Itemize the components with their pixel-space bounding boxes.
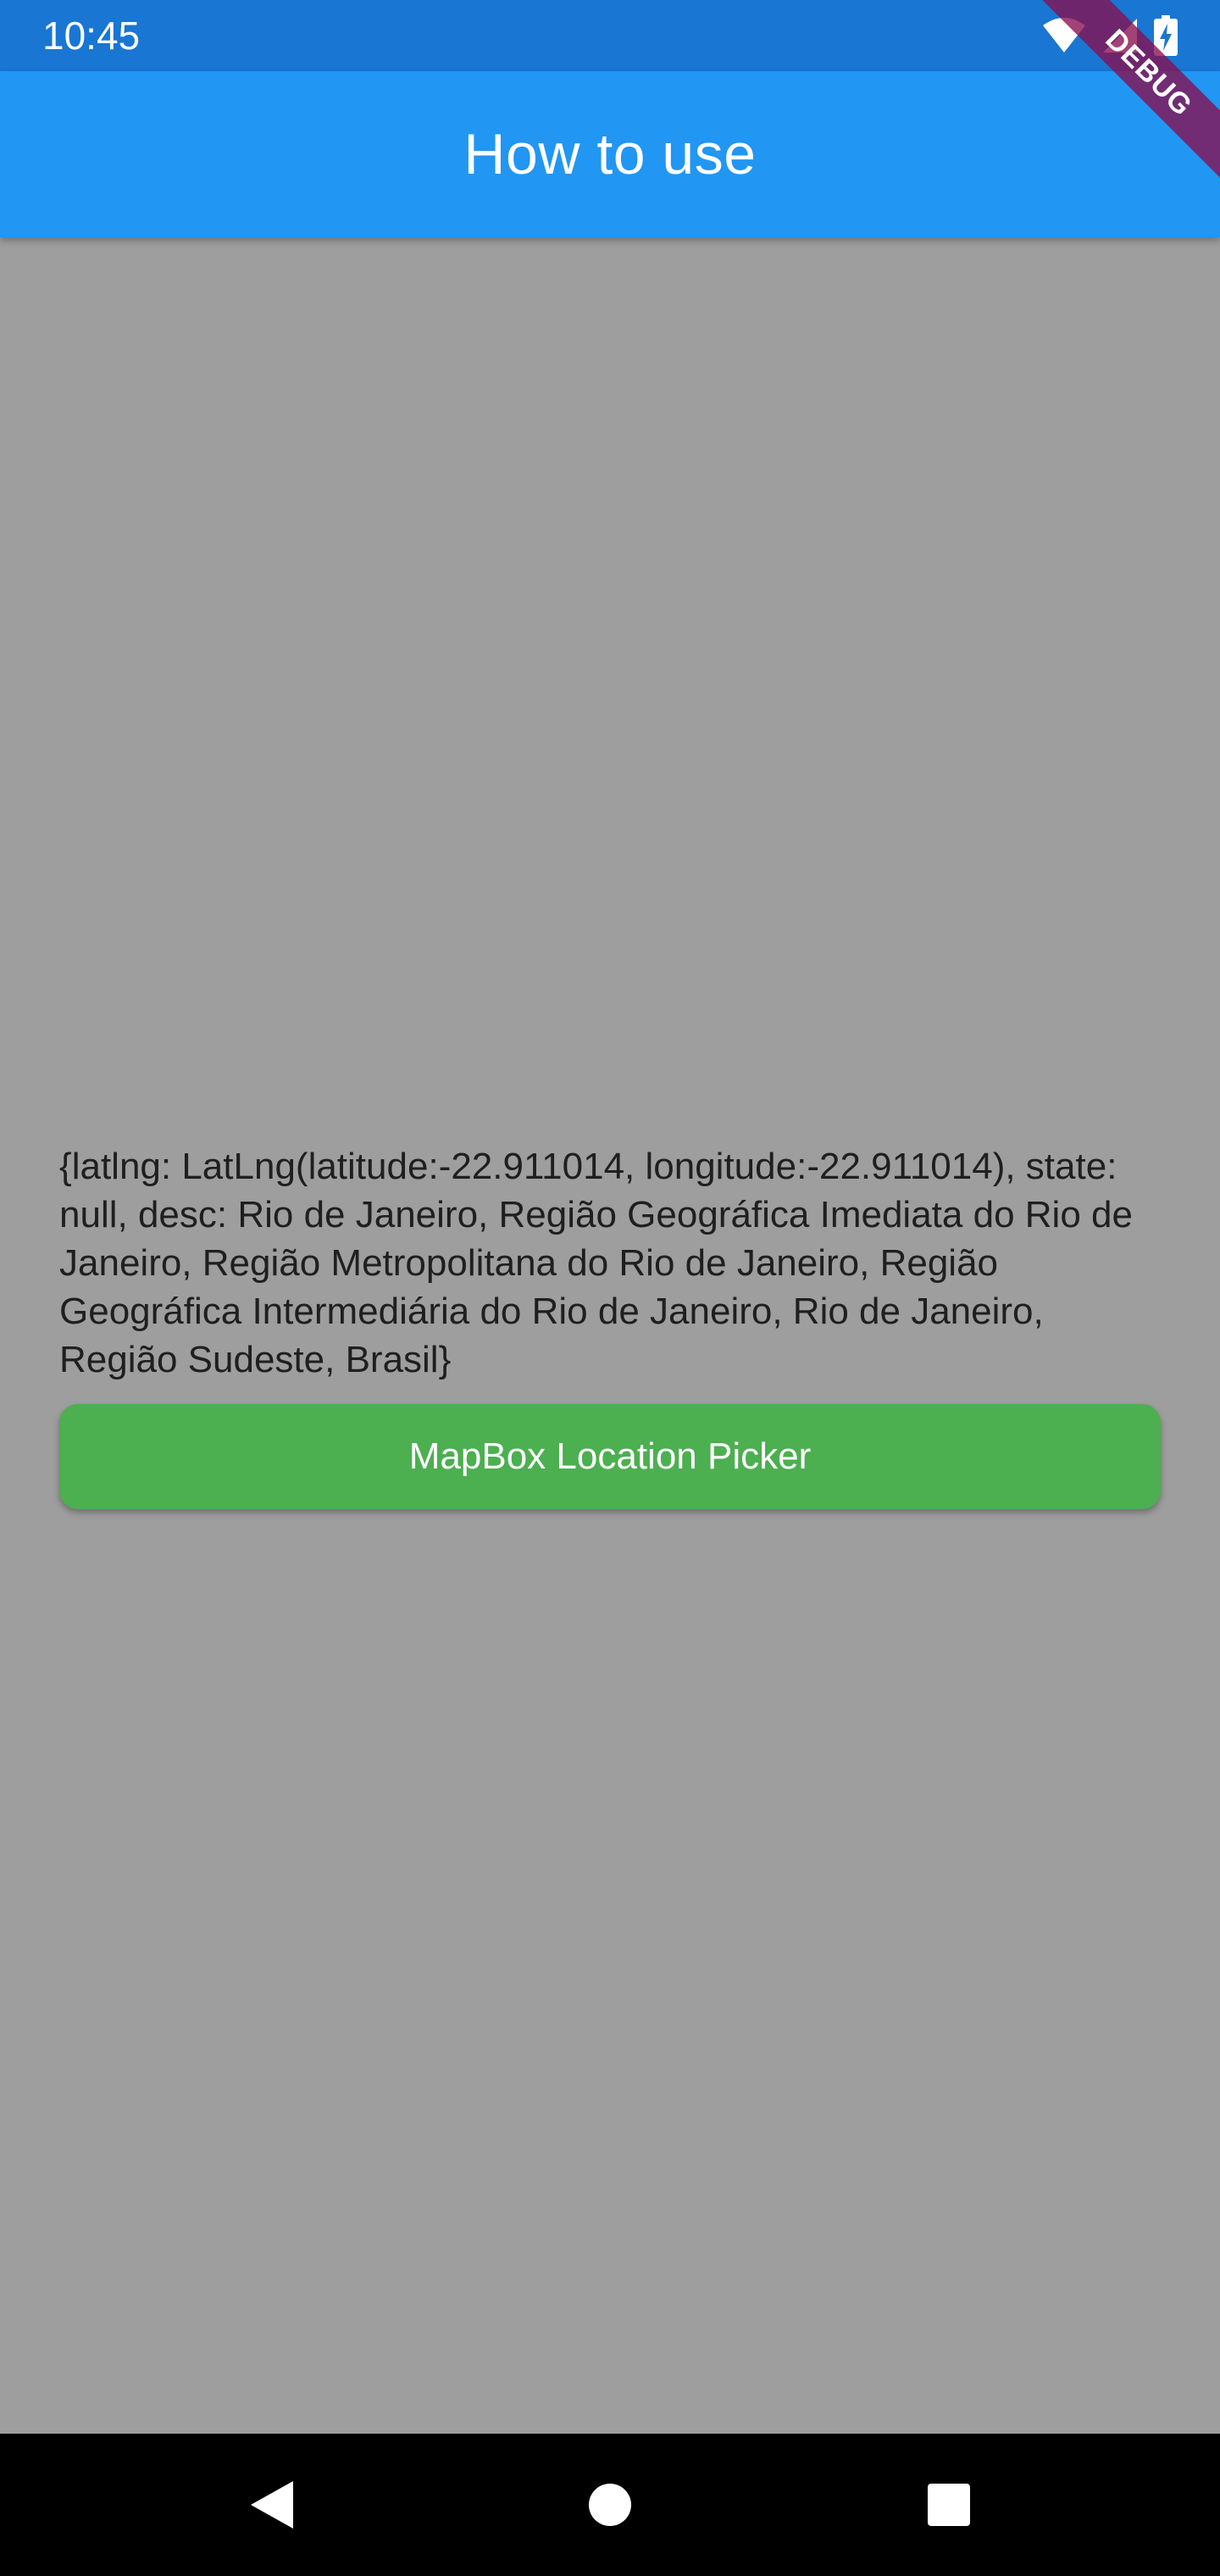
app-bar: How to use — [0, 71, 1220, 237]
status-time: 10:45 — [42, 14, 141, 58]
wifi-icon — [1042, 17, 1086, 54]
mapbox-location-picker-button[interactable]: MapBox Location Picker — [59, 1404, 1161, 1509]
app-screen: 10:45 How to use DEBUG {latlng: LatLng(l… — [0, 0, 1220, 2576]
back-icon — [251, 2481, 293, 2529]
home-icon — [589, 2484, 631, 2526]
battery-charging-icon — [1154, 15, 1178, 56]
status-icons — [1042, 15, 1178, 56]
recents-icon — [928, 2484, 970, 2526]
recents-button[interactable] — [912, 2468, 986, 2542]
status-bar: 10:45 — [0, 0, 1220, 71]
page-title: How to use — [463, 122, 757, 186]
main-content: {latlng: LatLng(latitude:-22.911014, lon… — [59, 1142, 1161, 1509]
home-button[interactable] — [573, 2468, 647, 2542]
location-result-text: {latlng: LatLng(latitude:-22.911014, lon… — [59, 1146, 1133, 1380]
cell-signal-icon — [1101, 17, 1139, 54]
navigation-bar — [0, 2434, 1220, 2576]
back-button[interactable] — [234, 2468, 308, 2542]
